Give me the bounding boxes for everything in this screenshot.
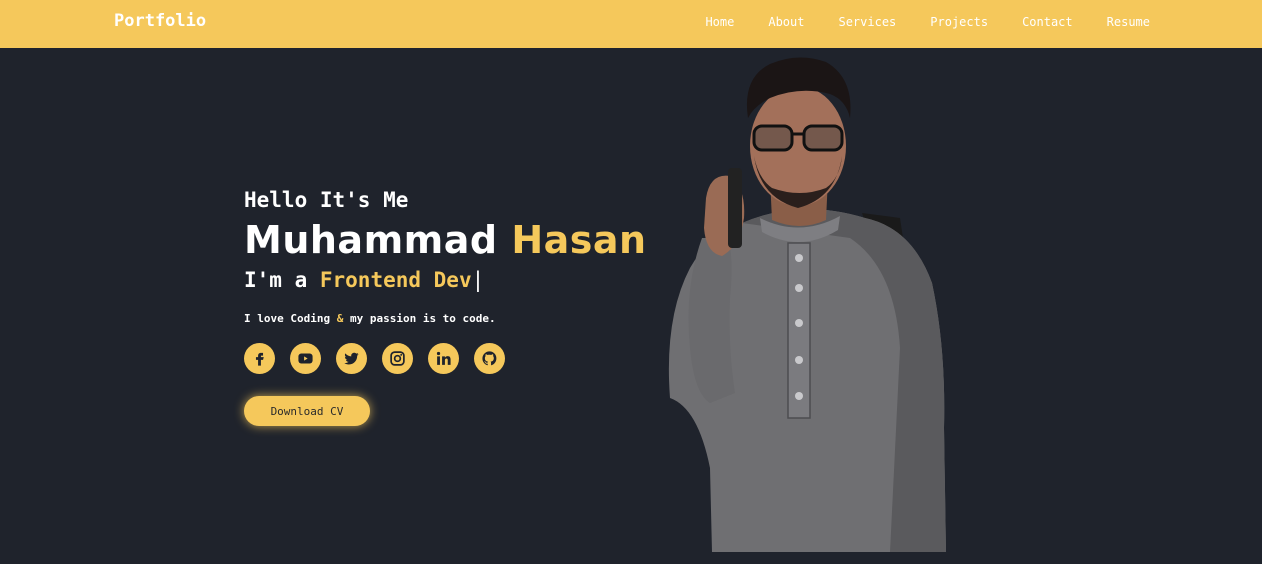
twitter-icon <box>344 352 359 365</box>
nav-link-contact[interactable]: Contact <box>1022 15 1073 29</box>
nav-links: Home About Services Projects Contact Res… <box>705 15 1150 29</box>
hero-greeting: Hello It's Me <box>244 188 409 212</box>
download-cv-button[interactable]: Download CV <box>244 396 370 426</box>
youtube-icon <box>298 353 313 364</box>
hero-tagline: I love Coding & my passion is to code. <box>244 312 647 325</box>
nav-link-services[interactable]: Services <box>838 15 896 29</box>
hero-name: Muhammad Hasan <box>244 218 647 262</box>
nav-link-home[interactable]: Home <box>705 15 734 29</box>
facebook-link[interactable] <box>244 343 275 374</box>
navbar: Portfolio Home About Services Projects C… <box>0 0 1262 48</box>
github-link[interactable] <box>474 343 505 374</box>
role-highlight: Frontend Dev <box>319 268 472 292</box>
instagram-icon <box>390 351 405 366</box>
github-icon <box>482 351 497 366</box>
nav-link-projects[interactable]: Projects <box>930 15 988 29</box>
twitter-link[interactable] <box>336 343 367 374</box>
linkedin-icon <box>436 351 451 365</box>
hero-first-name: Muhammad <box>244 218 498 262</box>
linkedin-link[interactable] <box>428 343 459 374</box>
social-links <box>244 343 647 374</box>
tagline-amp: & <box>336 312 344 325</box>
typing-cursor: | <box>471 268 485 292</box>
youtube-link[interactable] <box>290 343 321 374</box>
hero-role: I'm a Frontend Dev| <box>244 268 647 292</box>
hero-last-name: Hasan <box>511 218 647 262</box>
nav-link-resume[interactable]: Resume <box>1107 15 1150 29</box>
hero-section: Hello It's Me Muhammad Hasan I'm a Front… <box>244 188 647 426</box>
facebook-icon <box>255 352 264 366</box>
role-prefix: I'm a <box>244 268 308 292</box>
nav-link-about[interactable]: About <box>768 15 804 29</box>
profile-photo <box>668 57 946 552</box>
tagline-part2: my passion is to code. <box>349 312 496 325</box>
instagram-link[interactable] <box>382 343 413 374</box>
brand-logo[interactable]: Portfolio <box>114 11 206 31</box>
tagline-part1: I love Coding <box>244 312 331 325</box>
